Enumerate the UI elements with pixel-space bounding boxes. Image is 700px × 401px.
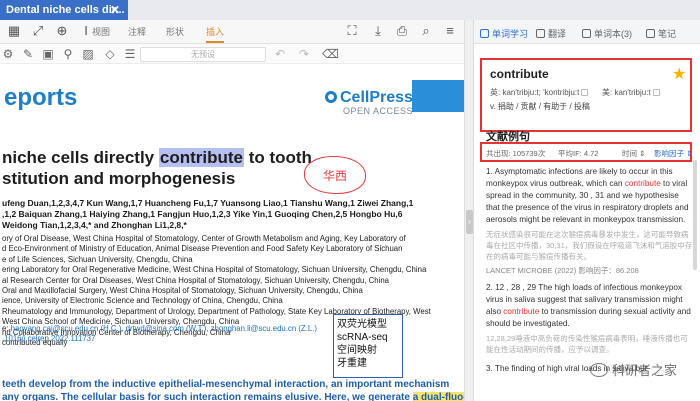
insert-toolbar: ⚙ ✎ ▣ ⚲ ▨ ◇ ☰ 无预设 ↶ ↷ ⌫ (0, 44, 464, 64)
journal-color-bar (412, 80, 464, 112)
sort-by-impact[interactable]: 影响因子 ⇕ (654, 148, 692, 159)
publisher-logo: CellPress (325, 89, 413, 107)
tab-translate[interactable]: 翻译 (536, 27, 566, 40)
contact-info: e: haoyang.cai@scu.edu.cn (H.C.), drtwd@… (2, 324, 317, 344)
pen-icon[interactable]: ✎ (20, 46, 36, 62)
phonetic-uk: 英: kan'tribju:t; 'kontribju:t (490, 87, 589, 98)
book-icon (480, 29, 489, 38)
open-access-label: OPEN ACCESS (343, 106, 414, 116)
pdf-page: eports CellPress OPEN ACCESS niche cells… (0, 64, 464, 401)
zoom-icon[interactable]: ⊕ (54, 23, 70, 39)
selected-word[interactable]: contribute (158, 148, 244, 167)
tab-bar: Dental niche cells dir... ✕ (0, 0, 700, 20)
translate-icon (536, 29, 545, 38)
email-links[interactable]: haoyang.cai@scu.edu.cn (H.C.), drtwd@sin… (11, 324, 317, 333)
tab-notes[interactable]: 笔记 (646, 27, 676, 40)
example-list: 1. Asymptomatic infections are likely to… (486, 166, 694, 375)
word-card: contribute ★ 英: kan'tribju:t; 'kontribju… (480, 58, 692, 132)
notes-icon (646, 29, 655, 38)
document-tab[interactable]: Dental niche cells dir... ✕ (0, 0, 128, 20)
collapse-arrow-icon[interactable]: › (466, 210, 473, 234)
thumbnail-icon[interactable]: ▦ (6, 23, 22, 39)
list-icon[interactable]: ☰ (122, 46, 138, 62)
close-icon[interactable]: ✕ (110, 3, 120, 17)
wechat-logo-icon (590, 363, 608, 377)
stamp-icon[interactable]: ▣ (40, 46, 56, 62)
panel-splitter[interactable]: › (464, 20, 474, 401)
speaker-icon[interactable] (581, 89, 589, 96)
expand-icon[interactable]: ⤢ (30, 23, 46, 39)
speaker-icon[interactable] (652, 89, 660, 96)
doi-link[interactable]: .1016/j.celrep.2022.111737 (2, 334, 317, 344)
pdf-toolbar: ▦ ⤢ ⊕ I 视图 注释 形状 插入 ⛶ ⤓ ⎙ ⌕ ≡ (0, 20, 464, 44)
search-icon[interactable]: ⌕ (418, 23, 434, 39)
word-headword: contribute (490, 67, 549, 81)
settings-icon[interactable]: ⚙ (0, 46, 16, 62)
panel-tabs: 单词学习 翻译 单词本(3) 笔记 (474, 20, 700, 44)
undo-icon[interactable]: ↶ (272, 46, 288, 62)
occurrence-count: 共出现: 105739次 (486, 149, 546, 158)
download-icon[interactable]: ⤓ (370, 23, 386, 39)
tab-insert[interactable]: 插入 (206, 25, 225, 43)
link-icon[interactable]: ⚲ (60, 46, 76, 62)
tab-annotate[interactable]: 注释 (128, 25, 146, 38)
cloud-annotation[interactable]: 华西 (304, 156, 366, 194)
eraser-icon[interactable]: ⌫ (322, 46, 339, 62)
tab-view[interactable]: 视图 (92, 25, 110, 38)
average-if: 平均IF: 4.72 (558, 149, 599, 158)
author-list: ufeng Duan,1,2,3,4,7 Kun Wang,1,7 Huanch… (2, 198, 414, 230)
scrollbar[interactable] (693, 160, 697, 270)
tab-shape[interactable]: 形状 (166, 25, 184, 38)
highlighted-text[interactable]: a dual-fluo- (412, 392, 464, 401)
journal-name: eports (4, 84, 78, 111)
paper-title-line2: stitution and morphogenesis (2, 169, 236, 188)
paper-title-line1: niche cells directly contribute to tooth (2, 148, 312, 167)
shape-icon[interactable]: ◇ (102, 46, 118, 62)
example-filter-bar: 共出现: 105739次 平均IF: 4.72 时间 ⇕ 影响因子 ⇕ (480, 142, 692, 162)
list-item[interactable]: 1. Asymptomatic infections are likely to… (486, 166, 694, 276)
menu-icon[interactable]: ≡ (442, 23, 458, 39)
tab-wordbook[interactable]: 单词本(3) (582, 27, 632, 40)
print-icon[interactable]: ⎙ (394, 23, 410, 39)
cloud-annotation-text: 华西 (322, 169, 347, 183)
document-tab-title: Dental niche cells dir... (6, 4, 125, 16)
fit-page-icon[interactable]: ⛶ (344, 23, 360, 39)
watermark: 科研者之家 (590, 360, 677, 379)
tab-word-study[interactable]: 单词学习 (480, 27, 528, 40)
image-icon[interactable]: ▨ (80, 46, 96, 62)
redo-icon[interactable]: ↷ (296, 46, 312, 62)
word-study-panel: 单词学习 翻译 单词本(3) 笔记 contribute ★ 英: kan'tr… (474, 20, 700, 401)
app-window: Dental niche cells dir... ✕ ▦ ⤢ ⊕ I 视图 注… (0, 0, 700, 401)
text-box-annotation[interactable]: 双荧光模型 scRNA-seq 空间映射 牙重建 (333, 314, 403, 378)
wordbook-icon (582, 29, 591, 38)
phonetic-us: 美: kan'tribju:t (602, 87, 660, 98)
style-preset-select[interactable]: 无预设 (140, 47, 266, 62)
abstract-text: teeth develop from the inductive epithel… (2, 378, 464, 401)
cellpress-logo-icon (325, 91, 337, 103)
list-item[interactable]: 2. 12 , 28 , 29 The high loads of infect… (486, 282, 694, 355)
word-definitions: v. 捐助 / 贡献 / 有助于 / 投稿 (490, 102, 590, 111)
favorite-star-icon[interactable]: ★ (672, 64, 686, 84)
sort-by-time[interactable]: 时间 ⇕ (622, 148, 645, 159)
